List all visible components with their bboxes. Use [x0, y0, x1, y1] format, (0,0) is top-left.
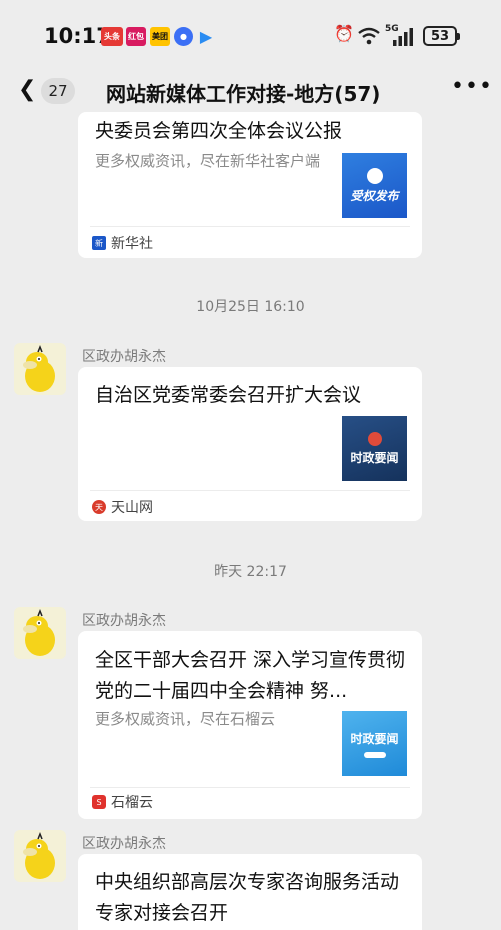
signal-icon: [393, 28, 413, 46]
sender-avatar[interactable]: [14, 607, 66, 659]
back-unread-count[interactable]: 27: [41, 78, 75, 104]
browser-app-icon: ●: [174, 27, 193, 46]
article-card[interactable]: 全区干部大会召开 深入学习宣传贯彻党的二十届四中全会精神 努... 更多权威资讯…: [78, 631, 422, 819]
card-divider: [90, 226, 410, 227]
article-title: 全区干部大会召开 深入学习宣传贯彻党的二十届四中全会精神 努...: [95, 649, 406, 702]
duck-avatar-icon: [23, 344, 55, 392]
duck-avatar-icon: [23, 831, 55, 879]
back-chevron-icon[interactable]: ❮: [18, 77, 36, 102]
sender-avatar[interactable]: [14, 343, 66, 395]
play-app-icon: ▶: [199, 27, 213, 46]
meituan-app-icon: 美团: [150, 27, 170, 46]
battery-indicator: 53: [423, 26, 460, 46]
xinhua-emblem-icon: [366, 167, 383, 184]
card-divider: [90, 490, 410, 491]
sender-name: 区政办胡永杰: [82, 349, 166, 365]
wifi-icon: [358, 27, 380, 45]
duck-avatar-icon: [23, 608, 55, 656]
article-thumbnail: 时政要闻: [342, 416, 407, 481]
article-description: 更多权威资讯，尽在新华社客户端: [95, 152, 321, 170]
thumbnail-caption: 时政要闻: [350, 450, 399, 465]
article-source: 天山网: [111, 500, 153, 516]
article-thumbnail: 受权发布: [342, 153, 407, 218]
article-card[interactable]: 中央组织部高层次专家咨询服务活动专家对接会召开: [78, 854, 422, 930]
chat-title: 网站新媒体工作对接-地方(57): [106, 82, 381, 106]
article-source: 新华社: [111, 236, 153, 252]
alarm-icon: ⏰: [334, 24, 354, 43]
shiliu-source-icon: S: [92, 795, 106, 809]
tianshan-emblem-icon: [367, 431, 382, 446]
toutiao-app-icon: 头条: [101, 27, 123, 46]
article-source: 石榴云: [111, 795, 153, 811]
sender-name: 区政办胡永杰: [82, 613, 166, 629]
thumbnail-caption: 受权发布: [350, 188, 399, 203]
article-card[interactable]: 自治区党委常委会召开扩大会议 时政要闻 天 天山网: [78, 367, 422, 521]
chat-timestamp: 10月25日 16:10: [196, 299, 305, 315]
article-thumbnail: 时政要闻: [342, 711, 407, 776]
shiliu-logo-icon: [363, 751, 386, 758]
tianshan-source-icon: 天: [92, 500, 106, 514]
thumbnail-caption: 时政要闻: [350, 731, 399, 746]
hongbao-app-icon: 红包: [126, 27, 146, 46]
article-title: 自治区党委常委会召开扩大会议: [95, 384, 362, 406]
more-options-icon[interactable]: •••: [451, 74, 493, 99]
status-bar: 10:17 头条 红包 美团 ● ▶ ⏰ 5G 53: [0, 0, 501, 72]
sender-avatar[interactable]: [14, 830, 66, 882]
sender-name: 区政办胡永杰: [82, 836, 166, 852]
chat-header: ❮ 27 网站新媒体工作对接-地方(57) •••: [0, 72, 501, 112]
card-divider: [90, 787, 410, 788]
xinhua-source-icon: 新: [92, 236, 106, 250]
article-title: 央委员会第四次全体会议公报: [95, 120, 343, 142]
chat-timestamp: 昨天 22:17: [214, 564, 287, 580]
article-card[interactable]: 央委员会第四次全体会议公报 更多权威资讯，尽在新华社客户端 受权发布 新 新华社: [78, 112, 422, 258]
article-description: 更多权威资讯，尽在石榴云: [95, 710, 276, 728]
article-title: 中央组织部高层次专家咨询服务活动专家对接会召开: [95, 871, 400, 924]
